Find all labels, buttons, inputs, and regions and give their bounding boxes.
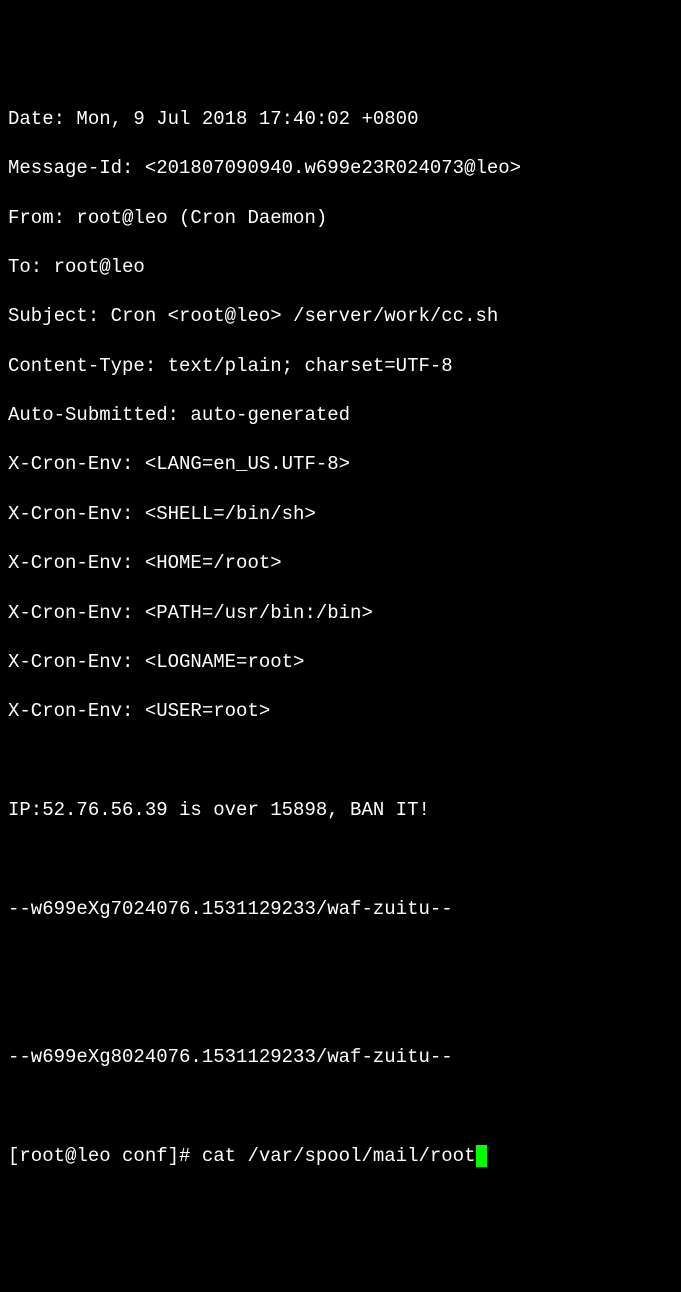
terminal-cursor	[476, 1145, 487, 1167]
mail-header-from: From: root@leo (Cron Daemon)	[8, 206, 673, 231]
mail-header-message-id: Message-Id: <201807090940.w699e23R024073…	[8, 156, 673, 181]
mail-header-env-home: X-Cron-Env: <HOME=/root>	[8, 551, 673, 576]
command-input[interactable]: cat /var/spool/mail/root	[202, 1144, 476, 1169]
mail-body-boundary2: --w699eXg8024076.1531129233/waf-zuitu--	[8, 1045, 673, 1070]
mail-header-env-path: X-Cron-Env: <PATH=/usr/bin:/bin>	[8, 601, 673, 626]
shell-prompt: [root@leo conf]#	[8, 1144, 202, 1169]
blank-line	[8, 946, 673, 971]
mail-body-ip-warning: IP:52.76.56.39 is over 15898, BAN IT!	[8, 798, 673, 823]
mail-header-env-user: X-Cron-Env: <USER=root>	[8, 699, 673, 724]
mail-header-subject: Subject: Cron <root@leo> /server/work/cc…	[8, 304, 673, 329]
mail-header-env-logname: X-Cron-Env: <LOGNAME=root>	[8, 650, 673, 675]
mail-header-content-type: Content-Type: text/plain; charset=UTF-8	[8, 354, 673, 379]
mail-header-date: Date: Mon, 9 Jul 2018 17:40:02 +0800	[8, 107, 673, 132]
mail-header-to: To: root@leo	[8, 255, 673, 280]
terminal-prompt-line[interactable]: [root@leo conf]# cat /var/spool/mail/roo…	[8, 1144, 673, 1169]
mail-header-env-shell: X-Cron-Env: <SHELL=/bin/sh>	[8, 502, 673, 527]
mail-body-boundary1: --w699eXg7024076.1531129233/waf-zuitu--	[8, 897, 673, 922]
mail-header-env-lang: X-Cron-Env: <LANG=en_US.UTF-8>	[8, 452, 673, 477]
blank-line	[8, 996, 673, 1021]
blank-line	[8, 1094, 673, 1119]
blank-line	[8, 749, 673, 774]
blank-line	[8, 847, 673, 872]
mail-header-auto-submitted: Auto-Submitted: auto-generated	[8, 403, 673, 428]
